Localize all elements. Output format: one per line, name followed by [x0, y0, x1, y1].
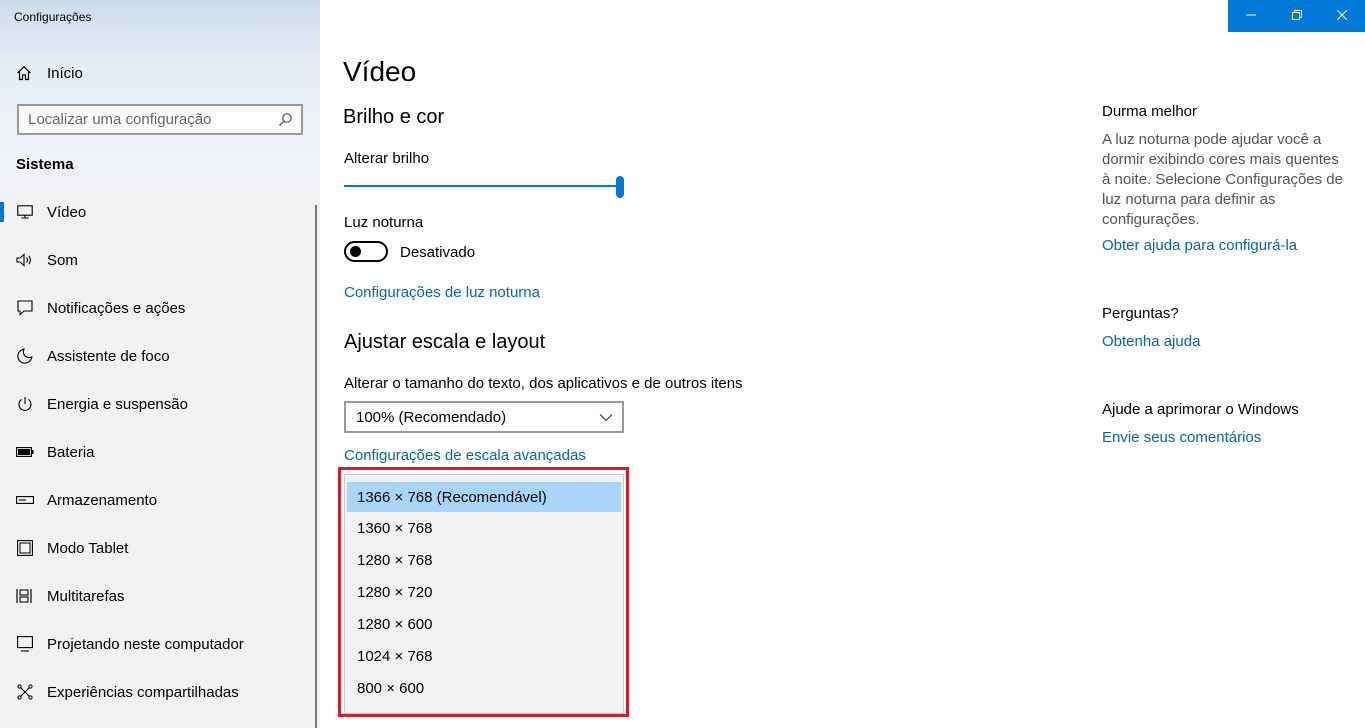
toggle-knob	[350, 246, 361, 257]
minimize-button[interactable]	[1228, 0, 1274, 32]
restore-icon	[1291, 7, 1302, 25]
night-light-label: Luz noturna	[344, 214, 424, 231]
scale-label: Alterar o tamanho do texto, dos aplicati…	[344, 375, 743, 392]
sidebar-item-label: Experiências compartilhadas	[47, 683, 239, 701]
tablet-icon	[16, 539, 34, 557]
sidebar-item-battery[interactable]: Bateria	[0, 432, 318, 472]
sidebar-item-projecting[interactable]: Projetando neste computador	[0, 624, 318, 664]
sidebar-item-notifications[interactable]: Notificações e ações	[0, 288, 318, 328]
sidebar-item-label: Modo Tablet	[47, 539, 129, 557]
sidebar-item-video[interactable]: Vídeo	[0, 192, 318, 232]
sidebar-item-shared-experiences[interactable]: Experiências compartilhadas	[0, 672, 318, 712]
resolution-option[interactable]: 1280 × 720	[347, 576, 621, 608]
sidebar-item-label: Assistente de foco	[47, 347, 170, 365]
resolution-option[interactable]: 1024 × 768	[347, 640, 621, 672]
get-help-link[interactable]: Obtenha ajuda	[1102, 333, 1200, 350]
resolution-option[interactable]: 1360 × 768	[347, 512, 621, 544]
moon-icon	[16, 347, 34, 365]
sidebar-item-focus-assist[interactable]: Assistente de foco	[0, 336, 318, 376]
multitask-icon	[16, 587, 34, 605]
improve-windows-title: Ajude a aprimorar o Windows	[1102, 401, 1299, 418]
resolution-option[interactable]: 1366 × 768 (Recomendável)	[347, 482, 621, 512]
sidebar-item-power[interactable]: Energia e suspensão	[0, 384, 318, 424]
sidebar-item-label: Som	[47, 251, 78, 269]
share-icon	[16, 683, 34, 701]
brightness-section-title: Brilho e cor	[343, 106, 445, 128]
sidebar-item-multitasking[interactable]: Multitarefas	[0, 576, 318, 616]
sleep-better-text: A luz noturna pode ajudar você a dormir …	[1102, 131, 1343, 228]
sidebar-home[interactable]: Início	[16, 62, 83, 84]
speaker-icon	[16, 251, 34, 269]
night-light-state: Desativado	[400, 244, 476, 261]
restore-button[interactable]	[1274, 0, 1320, 32]
sidebar-item-tablet-mode[interactable]: Modo Tablet	[0, 528, 318, 568]
sidebar-scrollbar[interactable]	[315, 205, 317, 728]
resolution-option[interactable]: 800 × 600	[347, 672, 621, 704]
sidebar-item-sound[interactable]: Som	[0, 240, 318, 280]
resolution-option[interactable]: 1280 × 768	[347, 544, 621, 576]
search-placeholder: Localizar uma configuração	[28, 111, 212, 128]
sidebar-item-label: Vídeo	[47, 203, 87, 221]
resolution-dropdown[interactable]: 1366 × 768 (Recomendável) 1360 × 768 128…	[344, 474, 624, 714]
chevron-down-icon	[599, 410, 613, 428]
scale-select-value: 100% (Recomendado)	[356, 408, 507, 426]
questions-title: Perguntas?	[1102, 305, 1179, 322]
sidebar-item-label: Bateria	[47, 443, 95, 461]
brightness-label: Alterar brilho	[344, 150, 430, 167]
monitor-icon	[16, 203, 34, 221]
scale-select[interactable]: 100% (Recomendado)	[344, 401, 624, 433]
minimize-icon	[1245, 7, 1256, 25]
storage-icon	[16, 491, 34, 509]
window-controls	[1228, 0, 1365, 32]
sidebar-item-label: Notificações e ações	[47, 299, 186, 317]
sidebar-item-label: Energia e suspensão	[47, 395, 188, 413]
sidebar-item-label: Projetando neste computador	[47, 635, 244, 653]
resolution-option[interactable]: 1280 × 600	[347, 608, 621, 640]
sidebar-section-title: Sistema	[16, 156, 74, 173]
window-title: Configurações	[14, 10, 92, 24]
sleep-better-title: Durma melhor	[1102, 103, 1198, 120]
brightness-slider-thumb[interactable]	[616, 176, 624, 198]
scale-section-title: Ajustar escala e layout	[344, 331, 546, 353]
notification-icon	[16, 299, 34, 317]
page-title: Vídeo	[343, 56, 417, 87]
sidebar-item-label: Multitarefas	[47, 587, 125, 605]
brightness-slider[interactable]	[344, 176, 624, 198]
close-icon	[1336, 7, 1348, 25]
feedback-link[interactable]: Envie seus comentários	[1102, 429, 1261, 446]
battery-icon	[16, 443, 34, 461]
close-button[interactable]	[1319, 0, 1365, 32]
sleep-help-link[interactable]: Obter ajuda para configurá-la	[1102, 237, 1297, 254]
sidebar-item-storage[interactable]: Armazenamento	[0, 480, 318, 520]
home-icon	[16, 65, 32, 81]
sidebar-item-label: Armazenamento	[47, 491, 158, 509]
project-icon	[16, 635, 34, 653]
advanced-scale-link[interactable]: Configurações de escala avançadas	[344, 447, 586, 464]
night-light-settings-link[interactable]: Configurações de luz noturna	[344, 284, 540, 301]
sidebar: Configurações Início Localizar uma confi…	[0, 0, 320, 728]
night-light-toggle[interactable]	[344, 241, 388, 262]
search-input[interactable]: Localizar uma configuração	[17, 104, 303, 135]
sidebar-home-label: Início	[47, 64, 83, 82]
power-icon	[16, 395, 34, 413]
brightness-slider-track	[344, 185, 620, 187]
search-icon[interactable]	[278, 112, 293, 131]
